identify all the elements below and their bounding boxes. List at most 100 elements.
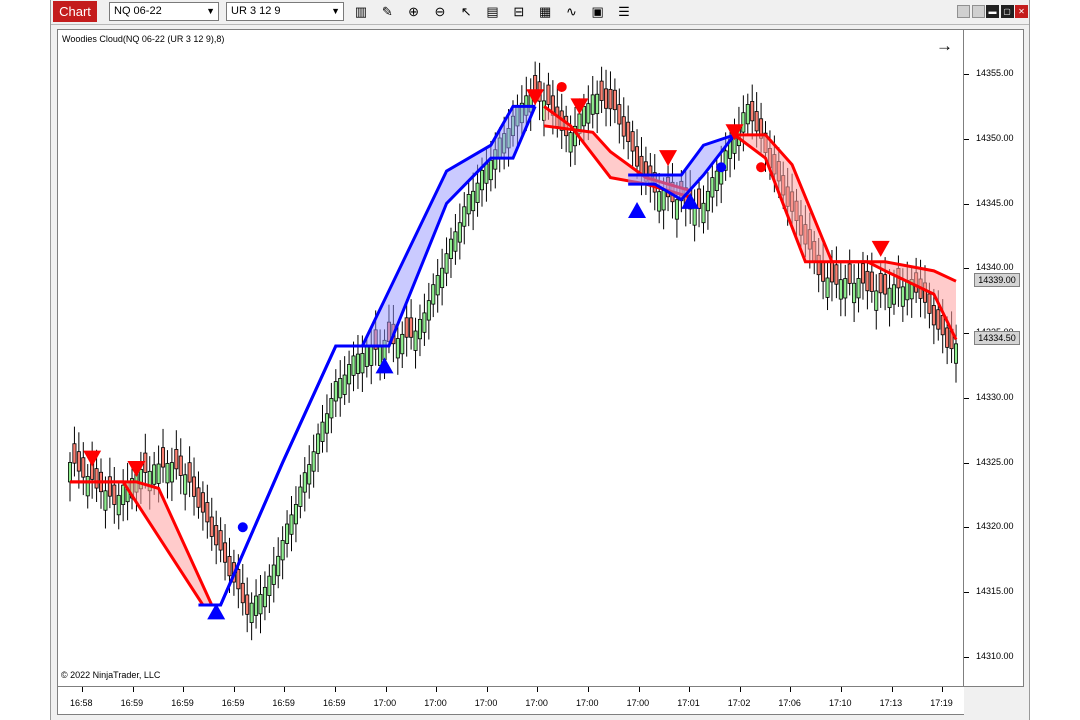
time-tick-label: 17:02 bbox=[727, 698, 751, 708]
candle-bar bbox=[183, 474, 188, 495]
candle-bar bbox=[200, 492, 205, 513]
signal-dot bbox=[716, 162, 727, 173]
pointer-icon[interactable]: ↖ bbox=[457, 3, 475, 21]
strategies-icon[interactable]: ∿ bbox=[562, 3, 580, 21]
time-tick bbox=[638, 687, 640, 692]
draw-icon[interactable]: ✎ bbox=[378, 3, 396, 21]
candle-bar bbox=[298, 486, 303, 507]
candle-bar bbox=[838, 279, 843, 300]
restore-icon[interactable] bbox=[971, 5, 985, 18]
candle-bar bbox=[67, 462, 72, 483]
chevron-down-icon: ▼ bbox=[331, 6, 340, 16]
candle-bar bbox=[192, 476, 197, 497]
last-price-marker: 14339.00 bbox=[974, 273, 1020, 288]
candle-bar bbox=[187, 462, 192, 483]
candle-bar bbox=[165, 463, 170, 484]
candle-bar bbox=[453, 231, 458, 252]
maximize-icon[interactable]: ▢ bbox=[1000, 5, 1014, 18]
candle-bar bbox=[417, 318, 422, 340]
candle-bar bbox=[351, 355, 356, 376]
candle-bar bbox=[945, 327, 950, 348]
time-tick-label: 16:59 bbox=[272, 698, 295, 708]
candle-bar bbox=[865, 270, 870, 292]
indicator-label: Woodies Cloud(NQ 06-22 (UR 3 12 9),8) bbox=[62, 34, 225, 44]
price-tick bbox=[964, 268, 969, 270]
candle-bar bbox=[254, 595, 259, 616]
candle-bar bbox=[360, 353, 365, 374]
chart-plot-area[interactable] bbox=[57, 29, 964, 687]
time-tick bbox=[82, 687, 83, 692]
candle-bar bbox=[426, 300, 431, 321]
time-tick-label: 16:59 bbox=[120, 698, 144, 708]
candle-bar bbox=[440, 267, 445, 289]
candle-bar bbox=[471, 190, 476, 212]
signal-dot bbox=[756, 162, 767, 173]
tile-icon[interactable] bbox=[957, 5, 970, 18]
properties-icon[interactable]: ▣ bbox=[589, 3, 607, 21]
minimize-icon[interactable]: ▬ bbox=[986, 5, 999, 18]
candle-bar bbox=[107, 476, 112, 497]
candle-bar bbox=[103, 490, 108, 511]
price-tick-label: 14315.00 bbox=[976, 586, 1014, 596]
candle-bar bbox=[94, 468, 99, 489]
time-tick bbox=[537, 687, 539, 692]
indicators-icon[interactable]: ▦ bbox=[536, 3, 554, 21]
candle-bar bbox=[347, 364, 352, 385]
candle-bar bbox=[121, 484, 126, 505]
zoom-in-icon[interactable]: ⊕ bbox=[405, 3, 423, 21]
time-tick-label: 17:00 bbox=[576, 698, 599, 708]
time-tick bbox=[841, 687, 842, 692]
time-tick-label: 17:06 bbox=[778, 698, 801, 708]
candle-bar bbox=[462, 206, 467, 227]
candle-bar bbox=[931, 305, 936, 326]
candle-bar bbox=[267, 575, 272, 596]
bar-type-select[interactable]: UR 3 12 9 ▼ bbox=[226, 2, 344, 21]
candle-bar bbox=[457, 222, 462, 243]
time-tick bbox=[335, 687, 336, 692]
candle-bar bbox=[355, 353, 360, 374]
right-arrow-icon[interactable]: → bbox=[936, 36, 953, 56]
time-tick-label: 17:00 bbox=[424, 698, 447, 708]
price-axis[interactable]: 14355.0014350.0014345.0014340.0014335.00… bbox=[964, 29, 1024, 687]
candle-bar bbox=[626, 121, 631, 143]
bar-style-icon[interactable]: ▥ bbox=[352, 3, 370, 21]
candle-bar bbox=[608, 88, 613, 110]
candle-bar bbox=[448, 238, 453, 259]
candle-bar bbox=[701, 202, 706, 224]
close-icon[interactable]: ✕ bbox=[1015, 5, 1028, 18]
price-tick-label: 14325.00 bbox=[976, 456, 1014, 467]
price-tick bbox=[964, 527, 969, 529]
candle-bar bbox=[847, 263, 852, 284]
data-box-icon[interactable]: ▤ bbox=[484, 3, 502, 21]
chart-tab[interactable]: Chart bbox=[53, 1, 97, 22]
signal-dot bbox=[556, 81, 567, 92]
candle-bar bbox=[329, 398, 334, 419]
candle-bar bbox=[661, 190, 666, 211]
candle-bar bbox=[289, 514, 294, 535]
zoom-out-icon[interactable]: ⊖ bbox=[431, 3, 449, 21]
candle-bar bbox=[488, 159, 493, 181]
candle-bar bbox=[324, 413, 329, 434]
candle-bar bbox=[754, 111, 759, 132]
time-axis[interactable]: 16:58 16:59 16:59 16:59 16:59 16:59 17:00 17:00… bbox=[57, 687, 964, 715]
candle-bar bbox=[196, 487, 201, 508]
candle-bar bbox=[435, 275, 440, 296]
instrument-select[interactable]: NQ 06-22 ▼ bbox=[109, 2, 219, 21]
copyright-text: © 2022 NinjaTrader, LLC bbox=[61, 670, 161, 680]
time-tick-label: 17:00 bbox=[626, 698, 650, 708]
candle-bar bbox=[568, 132, 573, 153]
candle-bar bbox=[85, 476, 90, 497]
candle-bar bbox=[940, 314, 945, 336]
candle-bar bbox=[409, 317, 414, 338]
price-tick bbox=[964, 203, 969, 205]
templates-icon[interactable]: ☰ bbox=[615, 3, 633, 21]
instrument-value: NQ 06-22 bbox=[114, 5, 162, 17]
candle-bar bbox=[581, 105, 586, 127]
price-tick-label: 14350.00 bbox=[976, 132, 1014, 143]
time-tick-label: 17:01 bbox=[677, 698, 700, 708]
candle-bar bbox=[285, 523, 290, 544]
signal-dot bbox=[237, 522, 248, 533]
candle-bar bbox=[276, 555, 281, 577]
candle-bar bbox=[887, 287, 892, 309]
chart-trader-icon[interactable]: ⊟ bbox=[510, 3, 528, 21]
